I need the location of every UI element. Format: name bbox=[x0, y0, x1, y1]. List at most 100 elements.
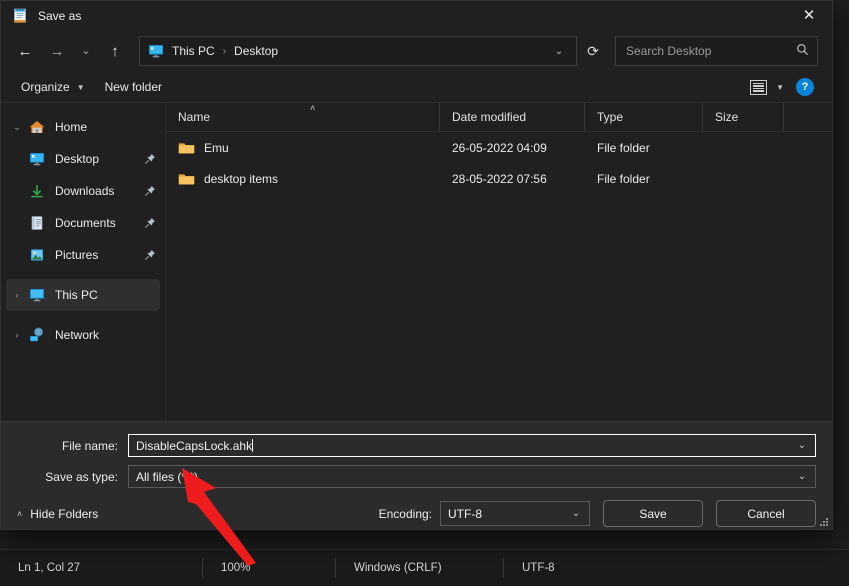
back-icon[interactable]: ← bbox=[9, 36, 41, 66]
new-folder-button[interactable]: New folder bbox=[95, 76, 172, 98]
search-input[interactable]: Search Desktop bbox=[626, 44, 796, 58]
encoding-combo[interactable]: UTF-8 ⌄ bbox=[440, 501, 590, 526]
organize-button[interactable]: Organize ▼ bbox=[11, 76, 95, 98]
dialog-title: Save as bbox=[38, 8, 82, 23]
notepad-status-bar: Ln 1, Col 27 100% Windows (CRLF) UTF-8 bbox=[0, 549, 849, 586]
chevron-up-icon: ˄ bbox=[17, 508, 23, 519]
sort-ascending-icon: ˄ bbox=[310, 103, 316, 113]
pin-icon[interactable] bbox=[144, 217, 156, 229]
search-icon bbox=[796, 43, 809, 59]
sidebar-item-desktop[interactable]: Desktop bbox=[6, 143, 160, 175]
file-name-row: File name: DisableCapsLock.ahk ⌄ bbox=[17, 434, 816, 457]
folder-icon bbox=[178, 141, 195, 155]
forward-icon[interactable]: → bbox=[41, 36, 73, 66]
pin-icon[interactable] bbox=[144, 153, 156, 165]
status-zoom-level[interactable]: 100% bbox=[203, 558, 335, 578]
recent-locations-chevron-down-icon[interactable]: ⌄ bbox=[73, 36, 99, 66]
file-name-chevron-down-icon[interactable]: ⌄ bbox=[793, 440, 811, 451]
column-header-spacer bbox=[784, 103, 832, 131]
status-cursor-position: Ln 1, Col 27 bbox=[18, 562, 81, 574]
save-as-type-row: Save as type: All files (*.*) ⌄ bbox=[17, 465, 816, 488]
file-type-cell: File folder bbox=[597, 140, 650, 155]
folder-icon bbox=[178, 172, 195, 186]
chevron-down-icon[interactable]: ⌄ bbox=[6, 122, 28, 133]
column-header-name-label: Name bbox=[178, 110, 211, 124]
breadcrumb-separator: › bbox=[222, 45, 227, 57]
sidebar-item-downloads[interactable]: Downloads bbox=[6, 175, 160, 207]
search-box[interactable]: Search Desktop bbox=[615, 36, 818, 66]
save-as-type-combo[interactable]: All files (*.*) ⌄ bbox=[128, 465, 816, 488]
view-chevron-down-icon[interactable]: ▼ bbox=[776, 83, 784, 92]
save-button[interactable]: Save bbox=[603, 500, 703, 527]
column-header-row: Name ˄ Date modified Type Size bbox=[166, 103, 832, 132]
status-line-ending[interactable]: Windows (CRLF) bbox=[336, 558, 503, 578]
table-row[interactable]: Emu 26-05-2022 04:09 File folder bbox=[166, 132, 832, 163]
help-button[interactable]: ? bbox=[796, 78, 814, 96]
command-bar: Organize ▼ New folder ▼ ? bbox=[1, 72, 832, 102]
encoding-chevron-down-icon[interactable]: ⌄ bbox=[567, 508, 585, 519]
file-name-cell[interactable]: desktop items bbox=[166, 172, 440, 186]
sidebar-item-home[interactable]: ⌄ Home bbox=[6, 111, 160, 143]
table-row[interactable]: desktop items 28-05-2022 07:56 File fold… bbox=[166, 163, 832, 194]
up-icon[interactable]: ↑ bbox=[99, 36, 131, 66]
list-view-icon[interactable] bbox=[750, 79, 768, 95]
file-name-input[interactable]: DisableCapsLock.ahk ⌄ bbox=[128, 434, 816, 457]
file-name-cell[interactable]: Emu bbox=[166, 141, 440, 155]
home-icon bbox=[28, 119, 46, 135]
resize-grip[interactable] bbox=[817, 515, 828, 526]
file-name-label: desktop items bbox=[204, 171, 279, 186]
encoding-value: UTF-8 bbox=[448, 506, 482, 521]
chevron-right-icon[interactable]: › bbox=[6, 290, 28, 300]
organize-label: Organize bbox=[21, 80, 70, 94]
column-header-size[interactable]: Size bbox=[703, 103, 784, 131]
sidebar-item-label: This PC bbox=[55, 288, 98, 302]
file-type-cell: File folder bbox=[597, 171, 650, 186]
sidebar-item-label: Home bbox=[55, 120, 88, 134]
documents-icon bbox=[28, 215, 46, 231]
file-name-value: DisableCapsLock.ahk bbox=[136, 438, 254, 453]
save-as-type-chevron-down-icon[interactable]: ⌄ bbox=[793, 471, 811, 482]
desktop-icon bbox=[148, 44, 164, 58]
navigation-pane: ⌄ Home Desktop Downloads Documents Pictu… bbox=[1, 103, 166, 421]
dialog-action-row: ˄ Hide Folders Encoding: UTF-8 ⌄ Save Ca… bbox=[17, 496, 816, 527]
refresh-icon[interactable]: ⟳ bbox=[577, 36, 609, 66]
navigation-bar: ← → ⌄ ↑ This PC › Desktop ⌄ ⟳ Search Des… bbox=[1, 30, 832, 72]
column-header-date-modified[interactable]: Date modified bbox=[440, 103, 585, 131]
dialog-body: ⌄ Home Desktop Downloads Documents Pictu… bbox=[1, 102, 832, 421]
chevron-right-icon[interactable]: › bbox=[6, 330, 28, 340]
breadcrumb-this-pc[interactable]: This PC bbox=[170, 44, 217, 58]
breadcrumb-desktop[interactable]: Desktop bbox=[232, 44, 280, 58]
column-header-type[interactable]: Type bbox=[585, 103, 703, 131]
sidebar-item-label: Downloads bbox=[55, 184, 115, 198]
sidebar-item-this-pc[interactable]: › This PC bbox=[6, 279, 160, 311]
save-form-area: File name: DisableCapsLock.ahk ⌄ Save as… bbox=[1, 421, 832, 529]
file-name-label: Emu bbox=[204, 140, 229, 155]
sidebar-item-label: Desktop bbox=[55, 152, 100, 166]
save-as-dialog: Save as ✕ ← → ⌄ ↑ This PC › Desktop ⌄ ⟳ bbox=[0, 0, 833, 530]
file-name-label: File name: bbox=[61, 438, 118, 453]
desktop-icon bbox=[28, 151, 46, 167]
sidebar-item-network[interactable]: › Network bbox=[6, 319, 160, 351]
encoding-group: Encoding: UTF-8 ⌄ Save Cancel bbox=[379, 500, 816, 527]
network-icon bbox=[28, 327, 46, 343]
chevron-down-icon: ▼ bbox=[76, 82, 85, 92]
sidebar-item-documents[interactable]: Documents bbox=[6, 207, 160, 239]
status-encoding[interactable]: UTF-8 bbox=[504, 558, 569, 578]
sidebar-item-pictures[interactable]: Pictures bbox=[6, 239, 160, 271]
pin-icon[interactable] bbox=[144, 185, 156, 197]
close-button[interactable]: ✕ bbox=[786, 1, 832, 30]
save-as-type-value: All files (*.*) bbox=[136, 469, 199, 484]
pictures-icon bbox=[28, 247, 46, 263]
downloads-icon bbox=[28, 183, 46, 199]
cancel-button[interactable]: Cancel bbox=[716, 500, 816, 527]
pin-icon[interactable] bbox=[144, 249, 156, 261]
save-as-type-label: Save as type: bbox=[45, 469, 118, 484]
column-header-name[interactable]: Name ˄ bbox=[166, 103, 440, 131]
sidebar-item-label: Documents bbox=[55, 216, 116, 230]
this-pc-icon bbox=[28, 287, 46, 303]
dialog-title-bar[interactable]: Save as ✕ bbox=[1, 1, 832, 30]
encoding-label: Encoding: bbox=[378, 506, 432, 521]
address-bar[interactable]: This PC › Desktop ⌄ bbox=[139, 36, 577, 66]
address-chevron-down-icon[interactable]: ⌄ bbox=[548, 46, 570, 57]
hide-folders-button[interactable]: ˄ Hide Folders bbox=[17, 507, 98, 521]
